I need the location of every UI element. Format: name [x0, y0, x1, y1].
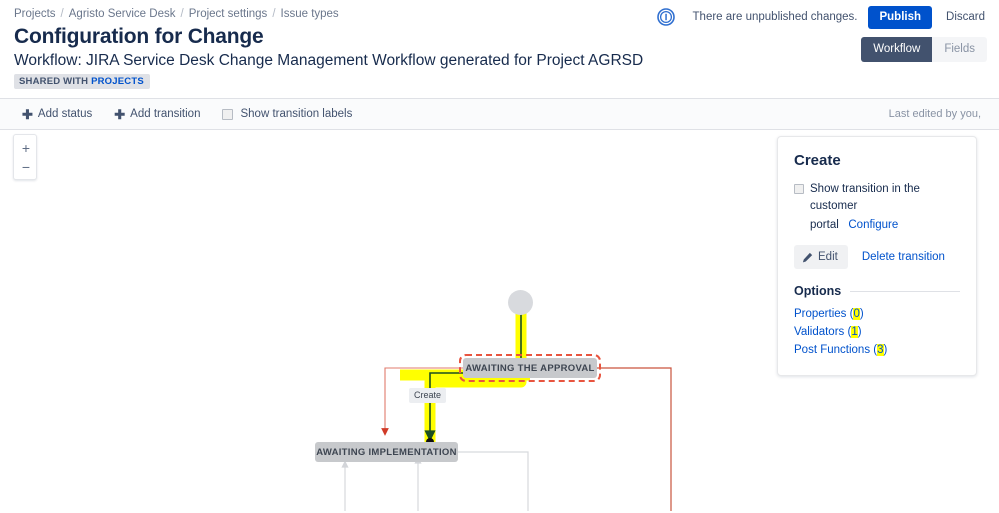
shared-badge-text: SHARED WITH [19, 76, 89, 87]
zoom-out-button[interactable]: − [14, 157, 38, 176]
option-validators[interactable]: Validators (1) [794, 323, 960, 341]
option-post-functions-count: 3 [877, 344, 884, 356]
show-transition-labels-label: Show transition labels [240, 108, 353, 120]
workflow-start-node[interactable] [508, 290, 533, 315]
show-in-portal-checkbox[interactable]: Show transition in the customer [794, 181, 960, 215]
unpublished-changes-text: There are unpublished changes. [692, 11, 858, 23]
option-properties-label: Properties [794, 308, 847, 320]
add-transition-button[interactable]: ✚ Add transition [114, 106, 201, 122]
transition-label-create[interactable]: Create [409, 388, 447, 403]
option-validators-count: 1 [851, 326, 858, 338]
status-node-awaiting-implementation[interactable]: AWAITING IMPLEMENTATION [315, 442, 458, 462]
add-status-button[interactable]: ✚ Add status [22, 106, 93, 122]
pencil-icon [802, 252, 813, 263]
breadcrumb-item-service-desk[interactable]: Agristo Service Desk [69, 8, 176, 20]
checkbox-box[interactable] [222, 108, 234, 120]
options-heading-text: Options [794, 284, 842, 298]
plus-icon: ✚ [114, 106, 126, 122]
info-circle-icon [656, 8, 675, 26]
portal-word: portal [810, 219, 839, 231]
publish-button[interactable]: Publish [868, 5, 933, 29]
page-header: Projects / Agristo Service Desk / Project se… [0, 0, 999, 98]
status-badge-shared: SHARED WITH PROJECTS [14, 74, 150, 89]
edit-button[interactable]: Edit [794, 245, 848, 269]
workflow-toolbar: ✚ Add status ✚ Add transition Show trans… [0, 98, 999, 130]
show-in-portal-label: Show transition in the customer [810, 183, 920, 212]
option-properties[interactable]: Properties (0) [794, 305, 960, 323]
option-validators-label: Validators [794, 326, 845, 338]
breadcrumb-item-project-settings[interactable]: Project settings [189, 8, 268, 20]
workflow-subtitle: Workflow: JIRA Service Desk Change Manag… [14, 52, 644, 69]
edge-approval-to-declined [597, 367, 672, 511]
edit-label: Edit [818, 251, 838, 263]
plus-icon: ✚ [22, 106, 33, 122]
last-edited-text: Last edited by you, [888, 108, 981, 120]
zoom-controls: + − [13, 134, 37, 180]
shared-badge-projects-link[interactable]: PROJECTS [91, 76, 144, 87]
discard-button[interactable]: Discard [944, 7, 987, 27]
header-actions: There are unpublished changes. Publish D… [656, 5, 987, 29]
breadcrumb-item-projects[interactable]: Projects [14, 8, 56, 20]
status-node-label: AWAITING IMPLEMENTATION [316, 446, 457, 458]
divider [850, 290, 960, 292]
option-post-functions[interactable]: Post Functions (3) [794, 341, 960, 359]
options-heading: Options [794, 284, 960, 298]
option-post-functions-label: Post Functions [794, 344, 871, 356]
panel-actions: Edit Delete transition [794, 245, 960, 269]
option-properties-count: 0 [853, 308, 860, 320]
add-status-label: Add status [37, 108, 93, 120]
delete-transition-link[interactable]: Delete transition [862, 251, 945, 263]
add-transition-label: Add transition [130, 108, 201, 120]
breadcrumb-separator: / [272, 8, 276, 20]
status-node-label: AWAITING THE APPROVAL [465, 362, 595, 374]
breadcrumb-separator: / [180, 8, 184, 20]
breadcrumb-separator: / [60, 8, 64, 20]
transition-details-panel: Create Show transition in the customer p… [777, 136, 977, 376]
portal-row: portal Configure [794, 217, 960, 234]
breadcrumb-item-issue-types[interactable]: Issue types [281, 8, 339, 20]
tab-fields[interactable]: Fields [932, 37, 987, 62]
configure-link[interactable]: Configure [848, 219, 898, 231]
zoom-in-button[interactable]: + [14, 138, 38, 157]
view-tabs: Workflow Fields [861, 37, 987, 62]
transition-label-text: Create [414, 390, 442, 400]
workflow-canvas[interactable]: + − AWAITING THE APPROVAL AWAITING IMPLE… [0, 130, 999, 511]
tab-workflow[interactable]: Workflow [861, 37, 933, 62]
show-transition-labels-checkbox[interactable]: Show transition labels [222, 108, 352, 120]
checkbox-box[interactable] [794, 184, 804, 194]
panel-title: Create [794, 152, 841, 169]
status-node-awaiting-approval[interactable]: AWAITING THE APPROVAL [459, 354, 601, 382]
